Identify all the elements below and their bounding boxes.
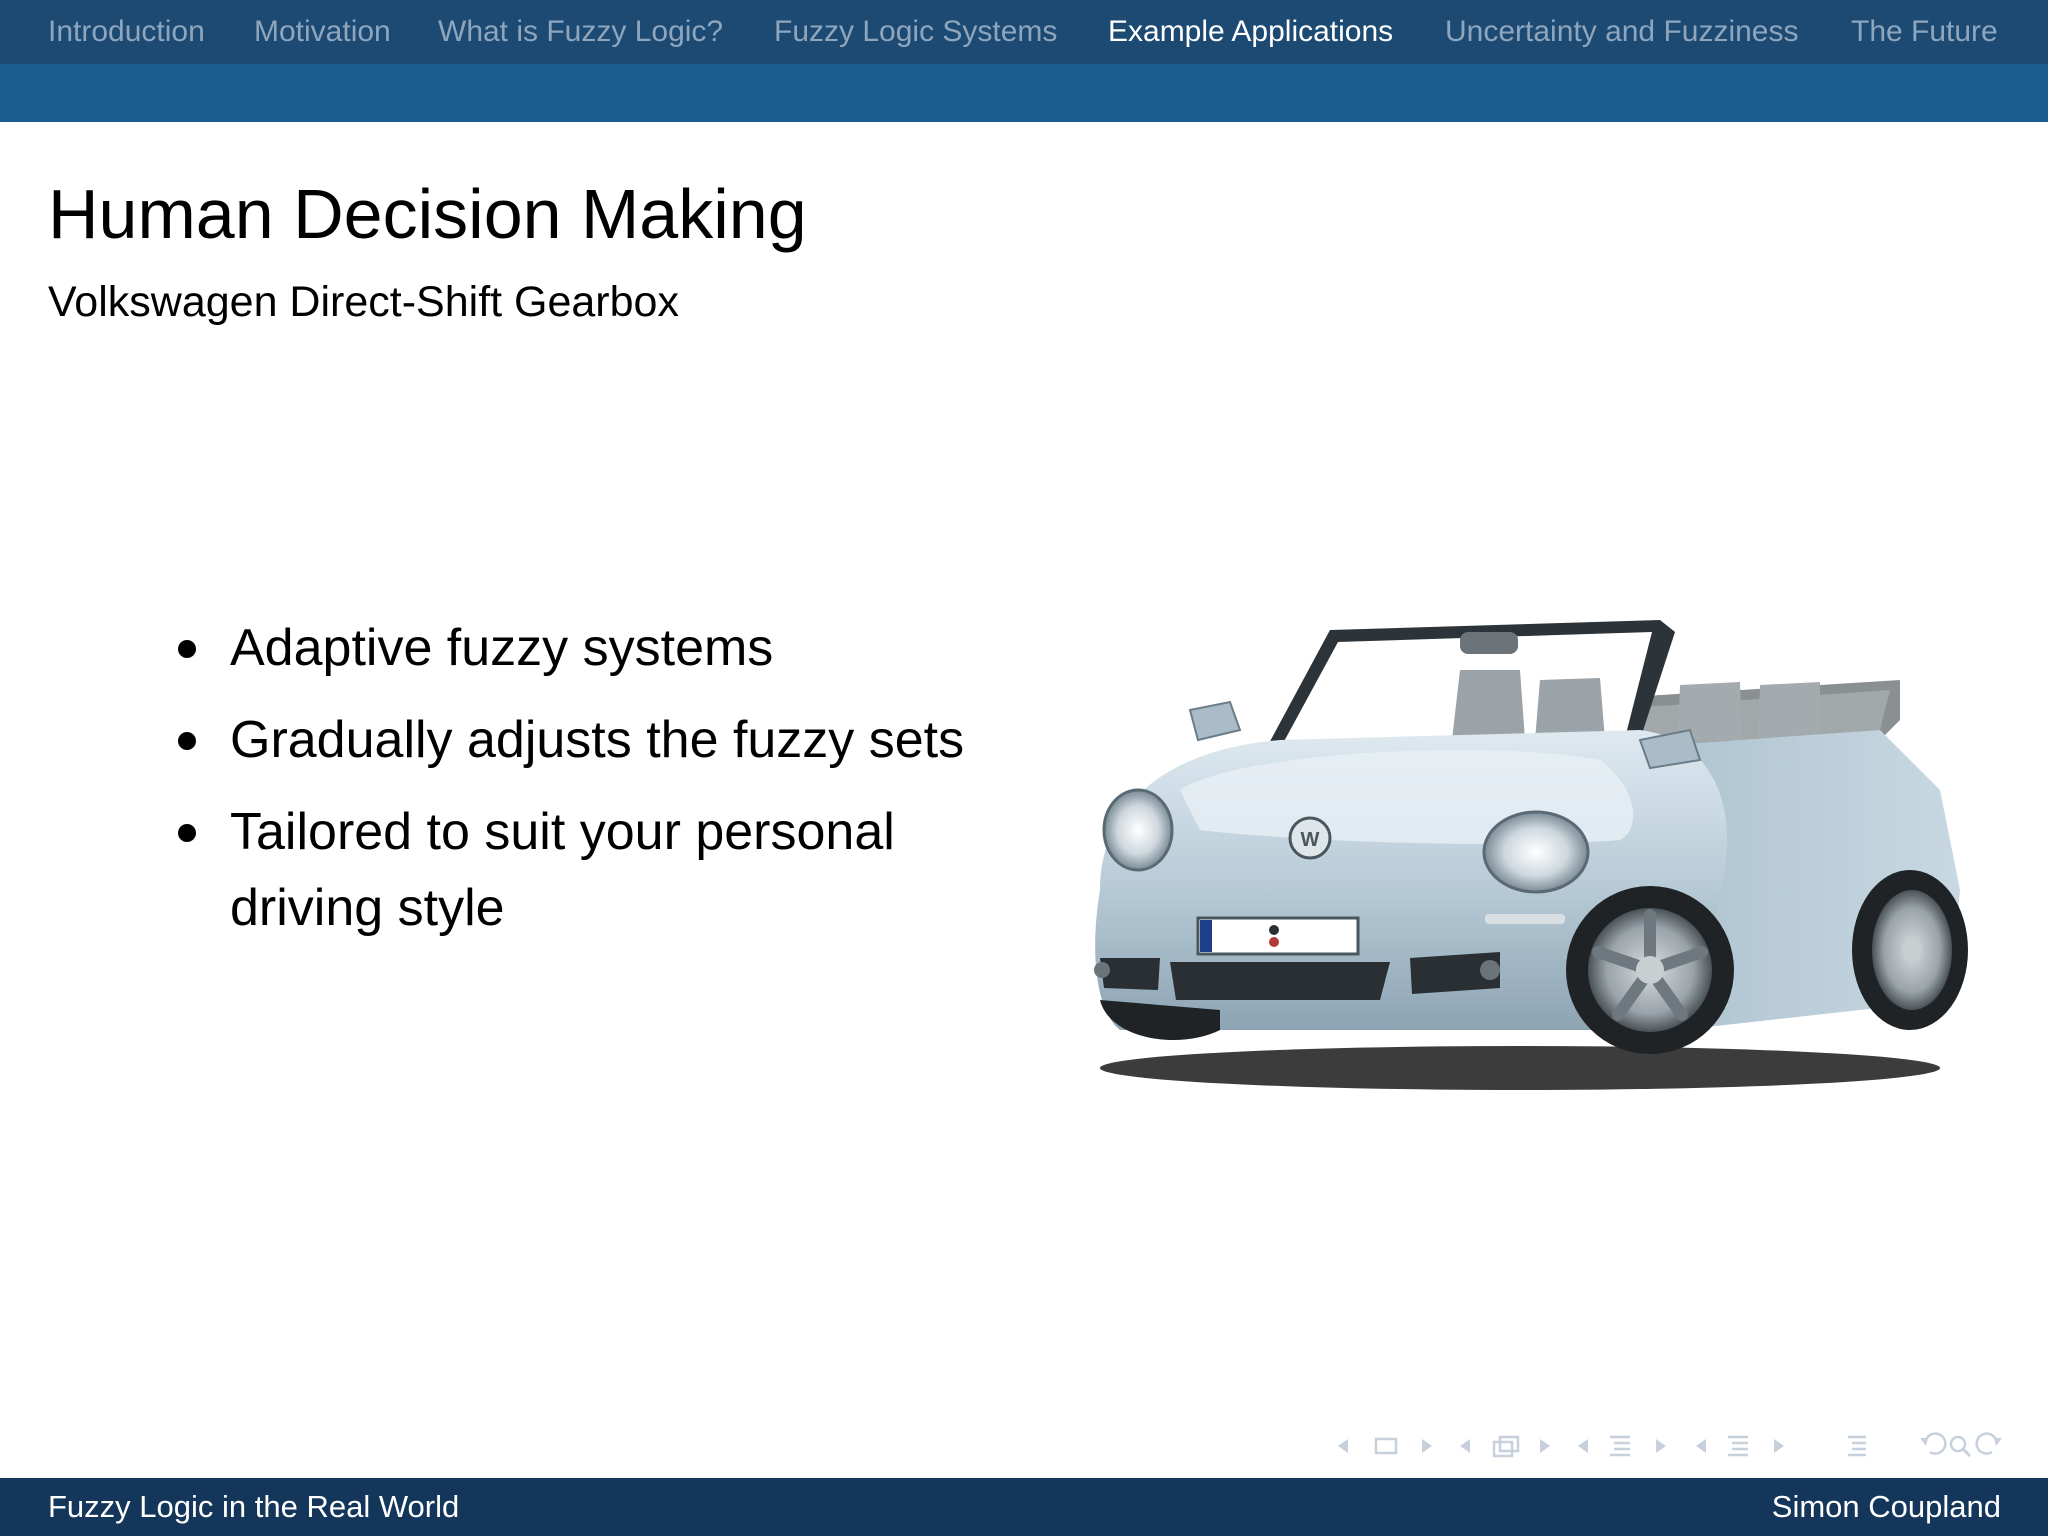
prev-slide-icon[interactable] — [1338, 1439, 1348, 1453]
slide: Introduction Motivation What is Fuzzy Lo… — [0, 0, 2048, 1536]
search-icon[interactable] — [1949, 1435, 1972, 1458]
prev-frame-icon[interactable] — [1460, 1439, 1470, 1453]
prev-section-icon[interactable] — [1696, 1439, 1706, 1453]
nav-item-motivation[interactable]: Motivation — [254, 14, 391, 50]
next-slide-icon[interactable] — [1422, 1439, 1432, 1453]
next-frame-icon[interactable] — [1540, 1439, 1550, 1453]
beamer-navigation-symbols — [1338, 1432, 2002, 1458]
bullet-item: Adaptive fuzzy systems — [168, 610, 968, 686]
footer-presentation-title: Fuzzy Logic in the Real World — [48, 1489, 460, 1524]
bullet-icon — [178, 640, 196, 658]
bullet-icon — [178, 824, 196, 842]
nav-item-what-is-fuzzy-logic[interactable]: What is Fuzzy Logic? — [438, 14, 723, 50]
subsection-icon[interactable] — [1610, 1435, 1630, 1457]
section-navigation-bar: Introduction Motivation What is Fuzzy Lo… — [0, 0, 2048, 64]
bullet-text: Adaptive fuzzy systems — [230, 619, 774, 677]
prev-subsection-icon[interactable] — [1578, 1439, 1588, 1453]
bullet-item: Tailored to suit your personal driving s… — [168, 794, 968, 946]
back-icon[interactable] — [1920, 1432, 1947, 1455]
nav-item-introduction[interactable]: Introduction — [48, 14, 205, 50]
bullet-item: Gradually adjusts the fuzzy sets — [168, 702, 968, 778]
bullet-text: Tailored to suit your personal driving s… — [230, 803, 895, 937]
slide-icon[interactable] — [1374, 1437, 1398, 1455]
next-section-icon[interactable] — [1774, 1439, 1784, 1453]
next-subsection-icon[interactable] — [1656, 1439, 1666, 1453]
outline-icon[interactable] — [1848, 1435, 1866, 1457]
nav-item-example-applications[interactable]: Example Applications — [1108, 14, 1393, 50]
footer-bar: Fuzzy Logic in the Real World Simon Coup… — [0, 1478, 2048, 1536]
frame-icon[interactable] — [1492, 1435, 1520, 1458]
slide-title: Human Decision Making — [48, 175, 807, 253]
bullet-text: Gradually adjusts the fuzzy sets — [230, 711, 965, 769]
car-image: W — [1094, 620, 1968, 1090]
nav-item-uncertainty-and-fuzziness[interactable]: Uncertainty and Fuzziness — [1445, 14, 1799, 50]
section-icon[interactable] — [1728, 1435, 1748, 1457]
svg-text:W: W — [1301, 829, 1320, 851]
bullet-list: Adaptive fuzzy systems Gradually adjusts… — [168, 610, 968, 962]
bullet-icon — [178, 732, 196, 750]
forward-icon[interactable] — [1975, 1432, 2002, 1455]
footer-author: Simon Coupland — [1771, 1489, 2001, 1524]
subsection-strip — [0, 64, 2048, 122]
slide-subtitle: Volkswagen Direct-Shift Gearbox — [48, 278, 679, 326]
nav-item-fuzzy-logic-systems[interactable]: Fuzzy Logic Systems — [774, 14, 1057, 50]
nav-item-the-future[interactable]: The Future — [1851, 14, 1998, 50]
